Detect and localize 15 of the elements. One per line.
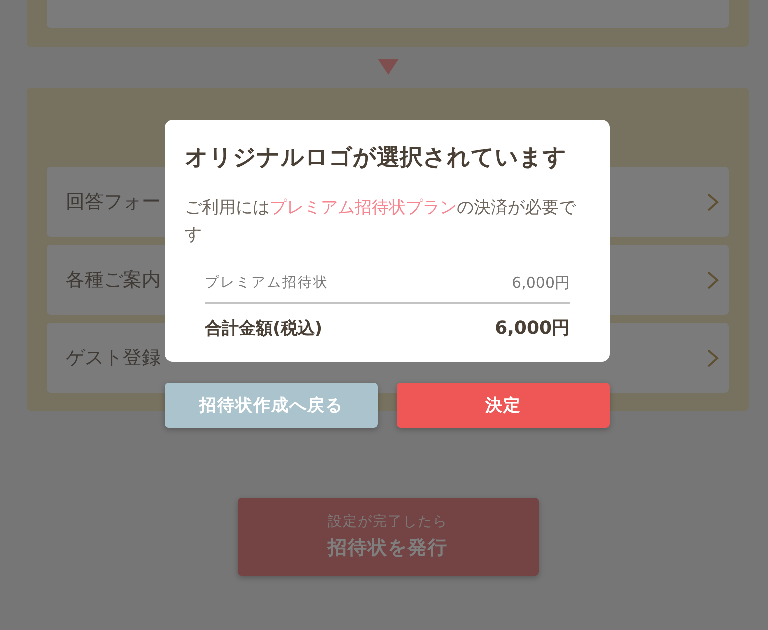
- back-button[interactable]: 招待状作成へ戻る: [165, 383, 378, 428]
- total-label: 合計金額(税込): [205, 318, 323, 340]
- confirm-button[interactable]: 決定: [397, 383, 610, 428]
- dialog-message: ご利用にはプレミアム招待状プランの決済が必要です: [185, 197, 578, 247]
- chevron-right-icon: [707, 192, 719, 212]
- dialog-title: オリジナルロゴが選択されています: [185, 144, 568, 173]
- chevron-right-icon: [707, 270, 719, 290]
- item-name: プレミアム招待状: [205, 274, 329, 292]
- total-price: 6,000円: [495, 317, 570, 340]
- menu-row-label: 回答フォー: [66, 190, 161, 215]
- chevron-right-icon: [707, 348, 719, 368]
- menu-row-label: 各種ご案内: [66, 268, 161, 293]
- item-price: 6,000円: [512, 274, 570, 292]
- menu-row-label: ゲスト登録: [66, 346, 161, 371]
- down-triangle-icon: [378, 59, 398, 75]
